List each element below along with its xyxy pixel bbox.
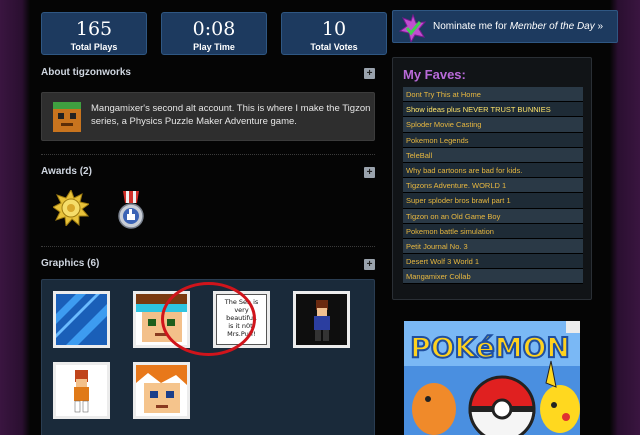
total-plays-stat: 165 Total Plays xyxy=(41,12,147,55)
total-votes-label: Total Votes xyxy=(310,42,358,52)
graphic-thumb-orange-face[interactable] xyxy=(133,362,190,419)
faves-panel: My Faves: Dont Try This at Home Show ide… xyxy=(392,57,592,300)
fave-item[interactable]: Why bad cartoons are bad for kids. xyxy=(403,162,583,179)
fave-item[interactable]: Pokemon battle simulation xyxy=(403,223,583,239)
about-title: About tigzonworks xyxy=(41,67,131,78)
about-box: Mangamixer's second alt account. This is… xyxy=(41,92,375,141)
play-time-label: Play Time xyxy=(193,42,235,52)
graphics-section-header: Graphics (6) + xyxy=(41,258,375,274)
nominate-emph: Member of the Day xyxy=(509,21,595,32)
fave-item[interactable]: Tigzons Adventure. WORLD 1 xyxy=(403,178,583,194)
small-sprite-image xyxy=(56,365,107,416)
gold-sun-medal-icon[interactable] xyxy=(53,190,89,226)
fave-item[interactable]: Show ideas plus NEVER TRUST BUNNIES xyxy=(403,102,583,118)
nominate-text: Nominate me for Member of the Day » xyxy=(433,21,603,32)
faves-list: Dont Try This at Home Show ideas plus NE… xyxy=(403,87,583,285)
plus-icon[interactable]: + xyxy=(364,259,375,270)
red-highlight-circle xyxy=(161,282,256,356)
faves-title: My Faves: xyxy=(403,67,466,82)
play-time-stat: 0:08 Play Time xyxy=(161,12,267,55)
about-section-header: About tigzonworks + xyxy=(41,67,375,83)
star-badge-icon xyxy=(399,14,427,42)
plus-icon[interactable]: + xyxy=(364,68,375,79)
orange-face-image xyxy=(136,365,187,416)
total-votes-stat: 10 Total Votes xyxy=(281,12,387,55)
divider xyxy=(41,246,375,247)
pokemon-ad[interactable]: POKéMON xyxy=(404,321,580,435)
play-time-value: 0:08 xyxy=(192,18,236,40)
fave-item[interactable]: Tigzon on an Old Game Boy xyxy=(403,208,583,224)
awards-title: Awards (2) xyxy=(41,166,92,177)
about-text: Mangamixer's second alt account. This is… xyxy=(91,103,371,127)
plus-icon[interactable]: + xyxy=(364,167,375,178)
ad-brand-text: POKéMON xyxy=(410,331,570,364)
total-plays-value: 165 xyxy=(75,18,113,40)
dark-sprite-image xyxy=(296,294,347,345)
nominate-suffix: » xyxy=(594,21,604,32)
fave-item[interactable]: Petit Journal No. 3 xyxy=(403,238,583,255)
thumbs-up-medal-icon[interactable] xyxy=(117,191,145,231)
nominate-prefix: Nominate me for xyxy=(433,21,510,32)
fave-item[interactable]: TeleBall xyxy=(403,147,583,163)
total-plays-label: Total Plays xyxy=(70,42,118,52)
ad-close-icon[interactable] xyxy=(566,321,580,333)
fave-item[interactable]: Desert Wolf 3 World 1 xyxy=(403,254,583,270)
fave-item[interactable]: Sploder Movie Casting xyxy=(403,117,583,133)
divider xyxy=(41,154,375,155)
graphic-thumb-blue-tiles[interactable] xyxy=(53,291,110,348)
pokemon-ad-image: POKéMON xyxy=(404,321,580,435)
nominate-button[interactable]: Nominate me for Member of the Day » xyxy=(392,10,618,43)
graphic-thumb-dark-sprite[interactable] xyxy=(293,291,350,348)
fave-item[interactable]: Pokemon Legends xyxy=(403,132,583,148)
fave-item[interactable]: Dont Try This at Home xyxy=(403,87,583,103)
awards-section-header: Awards (2) + xyxy=(41,166,375,182)
fave-item[interactable]: Mangamixer Collab xyxy=(403,269,583,285)
total-votes-value: 10 xyxy=(321,18,347,40)
avatar-block-icon xyxy=(53,102,81,132)
blue-tiles-image xyxy=(56,294,107,345)
graphics-title: Graphics (6) xyxy=(41,258,100,269)
graphic-thumb-small-sprite[interactable] xyxy=(53,362,110,419)
fave-item[interactable]: Super sploder bros brawl part 1 xyxy=(403,193,583,209)
